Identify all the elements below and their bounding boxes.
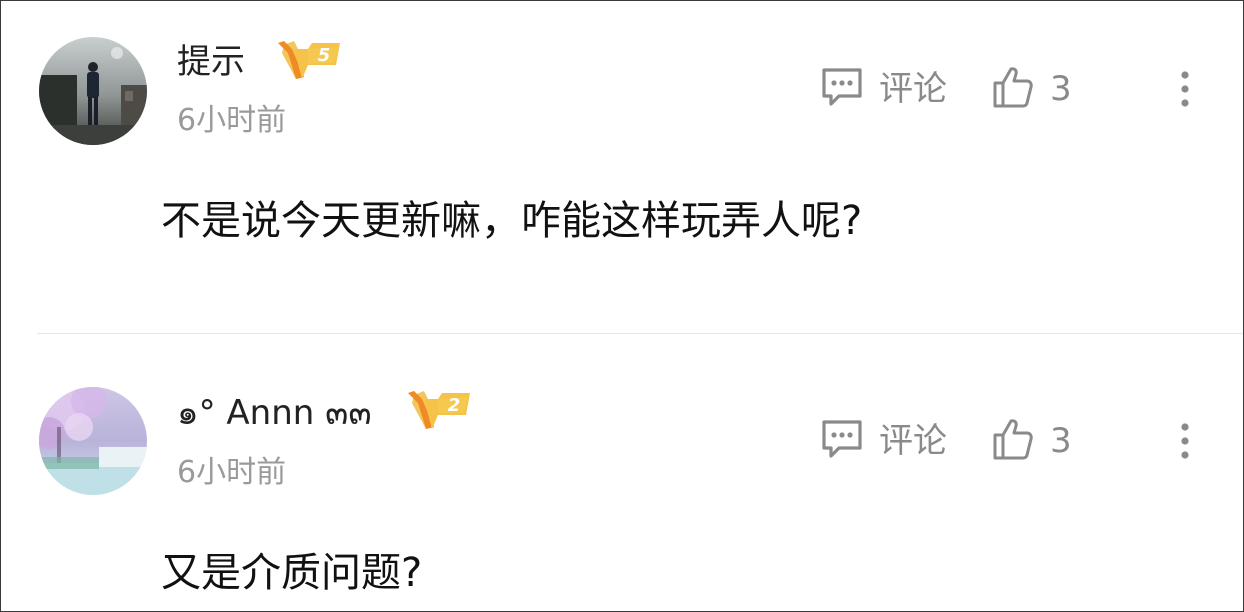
thumbs-up-icon (992, 65, 1034, 113)
comment-label: 评论 (879, 421, 947, 461)
thumbs-up-icon (992, 417, 1034, 465)
timestamp: 6小时前 (177, 455, 287, 490)
comment-text: 又是介质问题? (161, 550, 423, 596)
more-options-icon[interactable] (1173, 419, 1197, 463)
divider (37, 333, 1243, 334)
avatar[interactable] (39, 37, 147, 145)
like-button[interactable]: 3 (992, 67, 1072, 111)
like-count: 3 (1050, 69, 1072, 109)
vip-level-text: 2 (448, 395, 461, 416)
timestamp: 6小时前 (177, 103, 287, 138)
comment-item: ๑° Annn ๓๓ 2 6小时前 评论 3 又是介质问题? (1, 335, 1243, 611)
speech-bubble-icon (819, 417, 865, 465)
like-count: 3 (1050, 421, 1072, 461)
vip-level-text: 5 (318, 45, 331, 66)
vip-badge-icon: 2 (404, 389, 474, 435)
comment-button[interactable]: 评论 (819, 67, 947, 111)
username[interactable]: ๑° Annn ๓๓ (177, 393, 372, 433)
vip-badge-icon: 5 (274, 39, 344, 85)
like-button[interactable]: 3 (992, 419, 1072, 463)
comment-button[interactable]: 评论 (819, 419, 947, 463)
username[interactable]: 提示 (177, 42, 245, 82)
more-options-icon[interactable] (1173, 67, 1197, 111)
comment-item: 提示 5 6小时前 评论 3 不是说今天更新嘛，咋能这样玩弄人呢? (1, 1, 1243, 334)
avatar[interactable] (39, 387, 147, 495)
comment-text: 不是说今天更新嘛，咋能这样玩弄人呢? (161, 198, 863, 244)
speech-bubble-icon (819, 65, 865, 113)
comment-list: 提示 5 6小时前 评论 3 不是说今天更新嘛，咋能这样玩弄人呢? ๑° Ann… (0, 0, 1244, 612)
comment-label: 评论 (879, 69, 947, 109)
